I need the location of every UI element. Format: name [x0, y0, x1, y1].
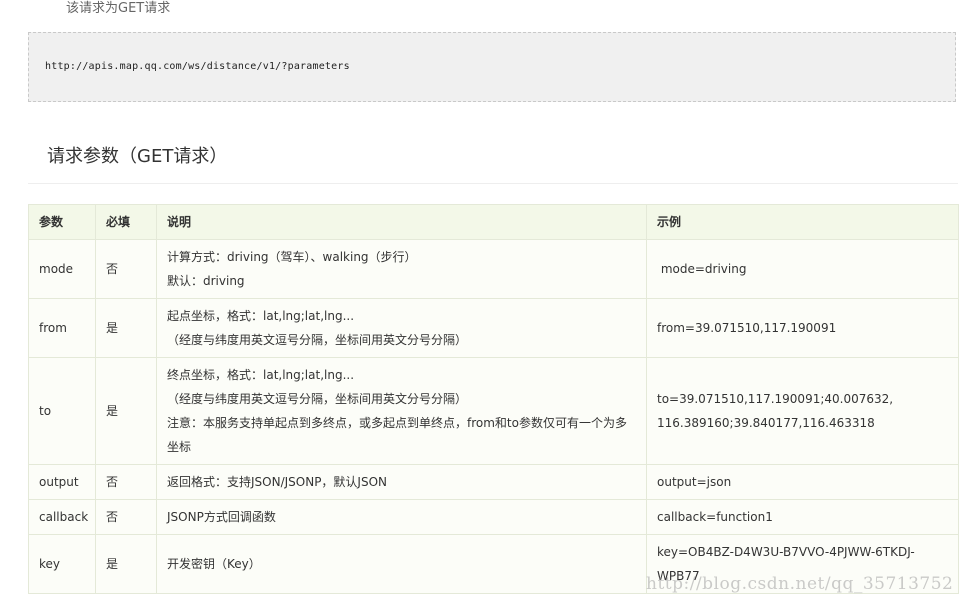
header-description: 说明	[156, 204, 647, 240]
description-cell: 开发密钥（Key）	[156, 534, 647, 594]
table-row: output 否 返回格式：支持JSON/JSONP，默认JSON output…	[28, 464, 959, 500]
table-row: mode 否 计算方式：driving（驾车）、walking（步行） 默认：d…	[28, 239, 959, 299]
param-cell: mode	[28, 239, 96, 299]
table-row: callback 否 JSONP方式回调函数 callback=function…	[28, 499, 959, 535]
example-line: 116.389160;39.840177,116.463318	[657, 416, 875, 430]
param-cell: to	[28, 357, 96, 465]
description-cell: JSONP方式回调函数	[156, 499, 647, 535]
section-divider	[28, 183, 958, 184]
description-line: 计算方式：driving（驾车）、walking（步行）	[167, 250, 417, 264]
required-cell: 否	[95, 464, 157, 500]
example-line: mode=driving	[657, 262, 747, 276]
params-table: 参数 必填 说明 示例 mode 否 计算方式：driving（驾车）、walk…	[28, 204, 959, 594]
required-cell: 是	[95, 357, 157, 465]
description-cell: 起点坐标，格式：lat,lng;lat,lng... （经度与纬度用英文逗号分隔…	[156, 298, 647, 358]
description-line: 开发密钥（Key）	[167, 557, 261, 571]
table-row: to 是 终点坐标，格式：lat,lng;lat,lng... （经度与纬度用英…	[28, 357, 959, 465]
example-cell: callback=function1	[646, 499, 959, 535]
description-line: 返回格式：支持JSON/JSONP，默认JSON	[167, 475, 388, 489]
watermark-text: http://blog.csdn.net/qq_35713752	[646, 574, 954, 594]
example-line: from=39.071510,117.190091	[657, 321, 837, 335]
param-cell: key	[28, 534, 96, 594]
intro-text: 该请求为GET请求	[66, 1, 171, 16]
description-line: （经度与纬度用英文逗号分隔，坐标间用英文分号分隔）	[167, 333, 468, 347]
description-line: 注意：本服务支持单起点到多终点，或多起点到单终点，from和to参数仅可有一个为…	[167, 416, 627, 430]
required-cell: 是	[95, 298, 157, 358]
table-header-row: 参数 必填 说明 示例	[28, 204, 959, 240]
example-line: output=json	[657, 475, 732, 489]
example-line: callback=function1	[657, 510, 773, 524]
description-line: 起点坐标，格式：lat,lng;lat,lng...	[167, 309, 355, 323]
header-required: 必填	[95, 204, 157, 240]
param-cell: callback	[28, 499, 96, 535]
description-line: 默认：driving	[167, 274, 245, 288]
section-title: 请求参数（GET请求）	[47, 146, 228, 167]
description-line: （经度与纬度用英文逗号分隔，坐标间用英文分号分隔）	[167, 392, 468, 406]
required-cell: 否	[95, 499, 157, 535]
example-line: key=OB4BZ-D4W3U-B7VVO-4PJWW-6TKDJ-	[657, 545, 915, 559]
example-cell: to=39.071510,117.190091;40.007632, 116.3…	[646, 357, 959, 465]
example-cell: from=39.071510,117.190091	[646, 298, 959, 358]
description-cell: 计算方式：driving（驾车）、walking（步行） 默认：driving	[156, 239, 647, 299]
example-cell: mode=driving	[646, 239, 959, 299]
description-cell: 终点坐标，格式：lat,lng;lat,lng... （经度与纬度用英文逗号分隔…	[156, 357, 647, 465]
description-line: JSONP方式回调函数	[167, 510, 276, 524]
header-param: 参数	[28, 204, 96, 240]
required-cell: 否	[95, 239, 157, 299]
header-example: 示例	[646, 204, 959, 240]
example-line: to=39.071510,117.190091;40.007632,	[657, 392, 894, 406]
request-url: http://apis.map.qq.com/ws/distance/v1/?p…	[45, 61, 350, 72]
param-cell: from	[28, 298, 96, 358]
param-cell: output	[28, 464, 96, 500]
description-cell: 返回格式：支持JSON/JSONP，默认JSON	[156, 464, 647, 500]
description-line: 终点坐标，格式：lat,lng;lat,lng...	[167, 368, 355, 382]
description-line: 坐标	[167, 440, 192, 454]
example-cell: output=json	[646, 464, 959, 500]
table-row: from 是 起点坐标，格式：lat,lng;lat,lng... （经度与纬度…	[28, 298, 959, 358]
required-cell: 是	[95, 534, 157, 594]
code-block: http://apis.map.qq.com/ws/distance/v1/?p…	[28, 32, 956, 102]
